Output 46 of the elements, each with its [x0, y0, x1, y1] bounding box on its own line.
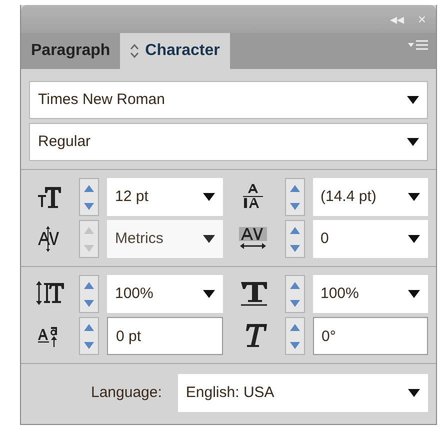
- font-family-dropdown[interactable]: Times New Roman: [29, 81, 428, 119]
- stepper-button[interactable]: [284, 220, 304, 258]
- caret-icon: [408, 235, 420, 243]
- up-arrow-icon: [84, 282, 94, 288]
- caret-icon: [407, 138, 419, 146]
- caret-icon: [202, 193, 214, 201]
- down-arrow-icon: [84, 342, 94, 348]
- value-dropdown[interactable]: 0: [312, 220, 428, 258]
- value-dropdown[interactable]: (14.4 pt): [312, 178, 428, 216]
- stepper-button[interactable]: [284, 317, 304, 355]
- up-arrow-icon: [84, 184, 94, 192]
- up-arrow-icon: [84, 324, 94, 330]
- language-label: Language:: [91, 382, 162, 403]
- panel-tab[interactable]: Character: [120, 33, 230, 69]
- down-arrow-icon: [290, 244, 300, 252]
- stepper-button[interactable]: [79, 275, 99, 313]
- caret-icon: [408, 193, 420, 201]
- stepper-button[interactable]: [79, 317, 99, 355]
- up-arrow-icon: [84, 226, 94, 234]
- up-arrow-icon: [290, 184, 300, 192]
- up-arrow-icon: [290, 324, 300, 330]
- value-dropdown[interactable]: 100%: [312, 275, 428, 313]
- caret-icon: [408, 290, 420, 298]
- stepper-button[interactable]: [284, 178, 304, 216]
- down-arrow-icon: [290, 300, 300, 306]
- value-dropdown[interactable]: 100%: [107, 275, 222, 313]
- font-style-dropdown[interactable]: Regular: [29, 123, 428, 161]
- down-arrow-icon: [84, 300, 94, 306]
- stepper-button[interactable]: [79, 178, 99, 216]
- value-field[interactable]: 0 pt: [107, 317, 222, 355]
- caret-icon: [202, 290, 214, 298]
- caret-icon: [202, 235, 214, 243]
- updown-icon: [130, 44, 140, 58]
- caret-icon: [407, 96, 419, 104]
- stepper-button[interactable]: [284, 275, 304, 313]
- down-arrow-icon: [290, 342, 300, 348]
- language-dropdown[interactable]: English: USA: [178, 374, 428, 412]
- horizontal-scale-icon: [238, 280, 268, 308]
- value-field[interactable]: 0°: [312, 317, 428, 355]
- up-arrow-icon: [290, 282, 300, 288]
- down-arrow-icon: [290, 202, 300, 210]
- caret-icon: [408, 389, 420, 397]
- up-arrow-icon: [290, 226, 300, 234]
- down-arrow-icon: [84, 244, 94, 252]
- down-arrow-icon: [84, 202, 94, 210]
- value-dropdown[interactable]: 12 pt: [107, 178, 222, 216]
